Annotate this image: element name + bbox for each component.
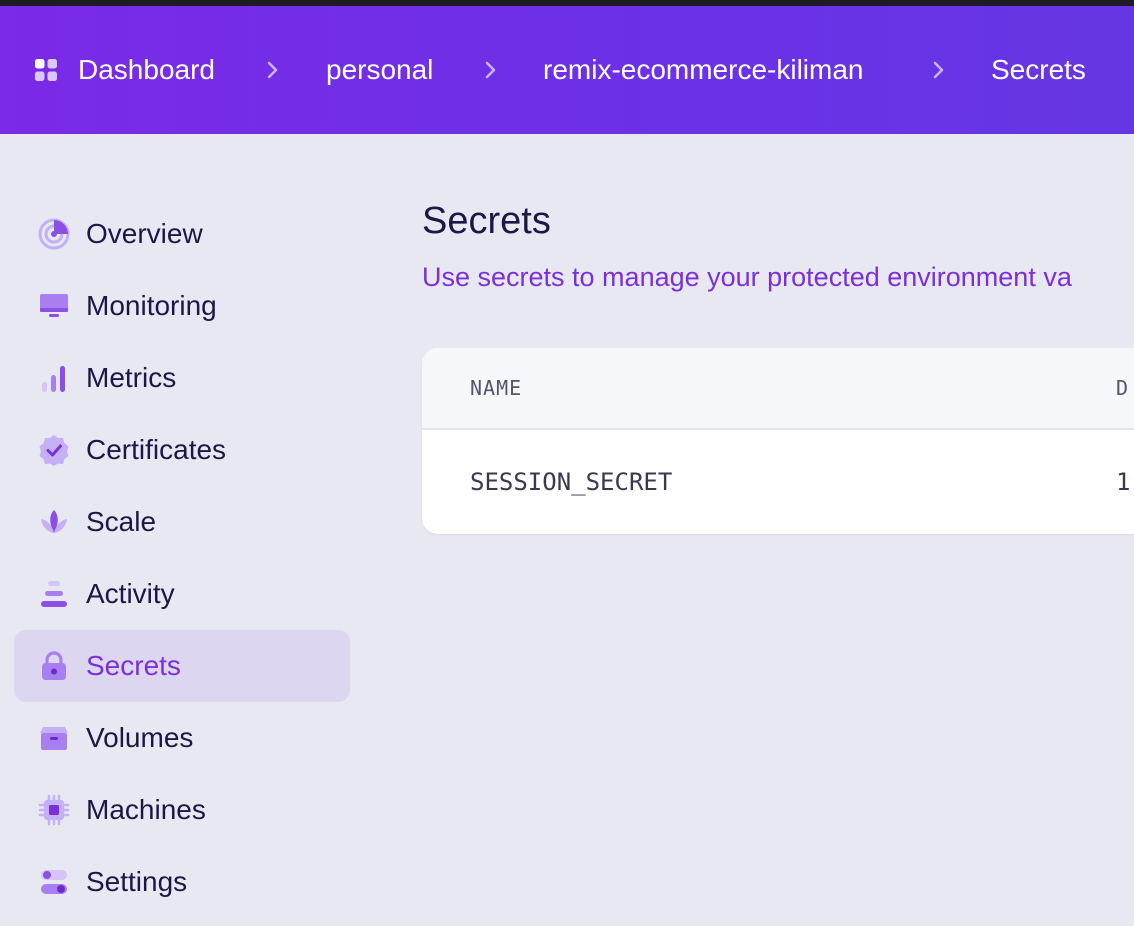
sidebar-item-label: Settings: [86, 866, 188, 897]
sidebar-item-label: Volumes: [86, 722, 194, 753]
grid-icon: [35, 59, 57, 81]
sidebar-item-certificates[interactable]: Certificates: [14, 414, 350, 486]
stack-icon: [41, 581, 67, 607]
sidebar-item-overview[interactable]: Overview: [14, 198, 350, 270]
chevron-right-icon: [933, 61, 944, 79]
sidebar-item-machines[interactable]: Machines: [14, 774, 350, 846]
table-row[interactable]: SESSION_SECRET 1: [422, 430, 1134, 534]
toggles-icon: [41, 870, 67, 894]
sidebar-item-metrics[interactable]: Metrics: [14, 342, 350, 414]
sprout-icon: [41, 510, 67, 533]
sidebar-item-label: Overview: [86, 218, 203, 249]
chevron-right-icon: [267, 61, 278, 79]
sidebar-item-label: Secrets: [86, 650, 181, 681]
sidebar-item-label: Certificates: [86, 434, 227, 465]
breadcrumb-secrets[interactable]: Secrets: [991, 6, 1086, 134]
top-navigation-bar: Dashboard personal remix-ecommerce-kilim…: [0, 6, 1134, 134]
badge-check-icon: [39, 435, 69, 466]
cpu-chip-icon: [38, 794, 70, 826]
breadcrumb-personal[interactable]: personal: [326, 6, 433, 134]
sidebar-item-label: Activity: [86, 578, 175, 609]
sidebar-item-settings[interactable]: Settings: [14, 846, 350, 918]
secrets-table: NAME D SESSION_SECRET 1: [422, 348, 1134, 534]
secret-digest-cell: 1: [1116, 468, 1131, 496]
column-header-name: NAME: [470, 376, 523, 400]
sidebar-item-label: Scale: [86, 506, 157, 537]
sidebar-item-volumes[interactable]: Volumes: [14, 702, 350, 774]
page-subtitle: Use secrets to manage your protected env…: [422, 262, 1072, 292]
secret-name-cell: SESSION_SECRET: [470, 468, 673, 496]
lock-icon: [42, 651, 66, 680]
sidebar-item-activity[interactable]: Activity: [14, 558, 350, 630]
sidebar-item-label: Monitoring: [86, 290, 217, 321]
breadcrumb-dashboard[interactable]: Dashboard: [78, 6, 215, 134]
sidebar-item-label: Machines: [86, 794, 206, 825]
sidebar-item-label: Metrics: [86, 362, 177, 393]
archive-box-icon: [40, 727, 68, 750]
sidebar-item-scale[interactable]: Scale: [14, 486, 350, 558]
radar-icon: [38, 218, 70, 250]
page-title: Secrets: [422, 200, 551, 242]
sidebar-item-secrets[interactable]: Secrets: [14, 630, 350, 702]
monitor-icon: [40, 294, 68, 317]
sidebar: Overview Monitoring Metrics Certificates: [14, 198, 350, 918]
breadcrumb-app[interactable]: remix-ecommerce-kiliman: [543, 6, 863, 134]
chevron-right-icon: [485, 61, 496, 79]
table-header: NAME D: [422, 348, 1134, 430]
sidebar-item-monitoring[interactable]: Monitoring: [14, 270, 350, 342]
bar-chart-icon: [42, 366, 65, 392]
column-header-digest: D: [1116, 376, 1130, 400]
